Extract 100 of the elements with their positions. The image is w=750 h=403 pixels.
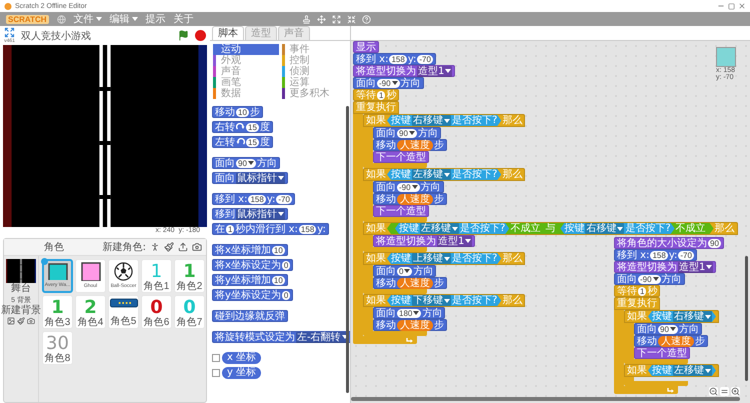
sprite-tile[interactable]: 0 角色7 xyxy=(174,295,205,329)
block-label: 步 xyxy=(434,278,444,288)
dropdown-menu[interactable]: 鼠标指针 xyxy=(236,208,285,220)
direction-input[interactable]: -90 xyxy=(638,274,661,284)
dropdown-menu[interactable]: 造型1 xyxy=(417,66,452,76)
number-input[interactable]: 0 xyxy=(282,260,290,270)
caret-icon xyxy=(444,172,450,176)
reporter-block[interactable]: y 坐标 xyxy=(222,367,262,379)
direction-input[interactable]: -90 xyxy=(397,182,420,192)
paintbrush-icon[interactable] xyxy=(164,242,174,252)
move-icon[interactable] xyxy=(316,14,326,24)
block-label: 面向 xyxy=(376,266,396,276)
checkbox[interactable] xyxy=(212,354,220,362)
block-label: 方向 xyxy=(418,128,438,138)
block-label: 面向 xyxy=(376,128,396,138)
number-input[interactable]: 158 xyxy=(650,250,668,260)
caret-icon xyxy=(278,176,284,180)
block-label: 下一个造型 xyxy=(376,206,426,216)
costume-glyph: 0 xyxy=(150,298,163,318)
direction-input[interactable]: -90 xyxy=(377,78,400,88)
maximize-icon[interactable] xyxy=(728,2,735,10)
image-icon[interactable] xyxy=(7,317,15,325)
dropdown-menu[interactable]: 鼠标指针 xyxy=(236,172,285,184)
block-label: 方向 xyxy=(413,266,434,276)
dropdown-menu[interactable]: 右移键 xyxy=(412,115,451,126)
number-input[interactable]: -70 xyxy=(276,194,292,204)
zoom-out-button[interactable] xyxy=(709,387,718,396)
zoom-in-button[interactable] xyxy=(731,387,740,396)
block-label: 那么 xyxy=(502,295,522,306)
sprite-tile[interactable]: 角色5 xyxy=(108,295,139,329)
category-item[interactable]: 运动 xyxy=(213,44,278,55)
stamp-icon[interactable] xyxy=(302,14,311,24)
fullscreen-icon[interactable] xyxy=(4,27,15,38)
sprite-tile[interactable]: 1 角色3 xyxy=(42,295,73,329)
number-input[interactable]: 10 xyxy=(236,108,249,116)
direction-input[interactable]: 90 xyxy=(397,128,417,138)
zoom-reset-button[interactable] xyxy=(720,387,729,396)
dropdown-menu[interactable]: 下移键 xyxy=(412,295,451,306)
number-input[interactable]: 1 xyxy=(226,224,234,234)
block-label: 是否按下? xyxy=(452,253,498,264)
sprite-tile[interactable]: 1 角色1 xyxy=(141,259,172,293)
paintbrush-icon[interactable] xyxy=(17,317,25,325)
sprite-tile[interactable]: 1 角色2 xyxy=(174,259,205,293)
block-label: 步 xyxy=(695,336,705,346)
number-input[interactable]: 10 xyxy=(272,276,285,284)
reporter-block[interactable]: x 坐标 xyxy=(222,352,262,364)
block-label: 按键 xyxy=(391,253,411,264)
number-input[interactable]: 0 xyxy=(282,290,290,300)
dropdown-menu[interactable]: 左移键 xyxy=(420,223,459,234)
caret-icon xyxy=(278,212,284,216)
block-label: 是否按下? xyxy=(625,223,671,234)
block-label: 右转 xyxy=(215,122,235,132)
dropdown-menu[interactable]: 造型1 xyxy=(437,236,472,246)
dropdown-menu[interactable]: 左移键 xyxy=(673,365,712,376)
number-input[interactable]: -70 xyxy=(417,54,433,64)
dropdown-menu[interactable]: 上移键 xyxy=(412,253,451,264)
dropdown-menu[interactable]: 造型1 xyxy=(678,262,714,272)
number-input[interactable]: 1 xyxy=(638,286,646,296)
number-input[interactable]: 15 xyxy=(246,122,259,132)
dropdown-menu[interactable]: 左移键 xyxy=(412,169,451,180)
sprite-name: 角色2 xyxy=(176,282,202,292)
sprite-name: 角色8 xyxy=(44,354,70,364)
number-input[interactable]: 15 xyxy=(246,138,259,146)
camera-icon[interactable] xyxy=(27,317,35,325)
upload-icon[interactable] xyxy=(178,242,188,252)
direction-input[interactable]: 90 xyxy=(236,158,256,168)
flag-icon[interactable] xyxy=(178,30,189,41)
expand-icon[interactable] xyxy=(332,14,341,24)
camera-icon[interactable] xyxy=(192,242,202,252)
tab[interactable]: 脚本 xyxy=(212,26,244,40)
block-label: 如果 xyxy=(366,295,386,306)
number-input[interactable]: 158 xyxy=(248,194,266,204)
block-label: 如果 xyxy=(627,365,647,376)
number-input[interactable]: 158 xyxy=(389,54,407,64)
sprite-tile[interactable]: 2 角色4 xyxy=(75,295,106,329)
number-input[interactable]: -70 xyxy=(678,250,694,260)
block-label: 按键 xyxy=(391,169,411,180)
variable-reporter: 人速度 xyxy=(397,194,433,204)
sprite-tile[interactable]: 0 角色6 xyxy=(141,295,172,329)
shrink-icon[interactable] xyxy=(346,14,356,24)
stop-icon[interactable] xyxy=(195,30,206,41)
number-input[interactable]: 158 xyxy=(298,224,316,234)
caret-icon xyxy=(670,327,676,331)
caret-icon xyxy=(413,311,420,315)
direction-input[interactable]: 0 xyxy=(397,266,412,276)
block-label: 等待 xyxy=(617,286,637,296)
number-input[interactable]: 1 xyxy=(377,90,386,100)
dropdown-menu[interactable]: 右移键 xyxy=(673,311,712,322)
sprite-tile[interactable]: 30 角色8 xyxy=(42,331,73,365)
block-label: 是否按下? xyxy=(452,169,498,180)
help-icon[interactable] xyxy=(362,14,371,24)
number-input[interactable]: 10 xyxy=(272,246,285,254)
dropdown-menu[interactable]: 右移键 xyxy=(585,223,624,234)
figure-icon[interactable] xyxy=(150,242,160,252)
close-icon[interactable] xyxy=(738,2,746,10)
number-input[interactable]: 90 xyxy=(708,238,721,248)
direction-input[interactable]: 180 xyxy=(397,308,422,318)
checkbox[interactable] xyxy=(212,369,220,377)
direction-input[interactable]: 90 xyxy=(658,324,678,334)
costume-glyph: 30 xyxy=(46,334,69,354)
